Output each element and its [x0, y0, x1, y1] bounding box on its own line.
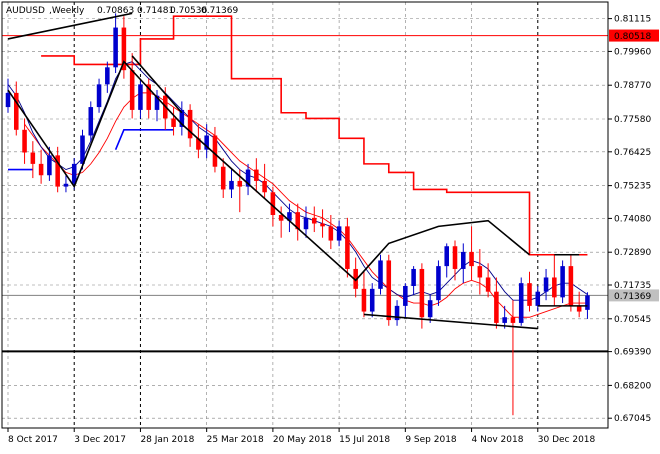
price-tick-label: 0.77580 — [614, 115, 651, 125]
time-tick-label: 4 Nov 2018 — [472, 435, 524, 445]
candle-body — [129, 70, 135, 110]
candle-body — [138, 84, 143, 110]
candle-body — [254, 169, 259, 181]
candle-body — [47, 155, 52, 176]
ohlc-open: 0.70863 — [97, 6, 134, 16]
candle-body — [527, 283, 532, 306]
time-tick-label: 25 Mar 2018 — [207, 435, 264, 445]
candle-body — [5, 92, 11, 108]
candle-body — [502, 317, 507, 323]
price-tick-label: 0.70545 — [614, 315, 651, 325]
price-tick-label: 0.67045 — [614, 414, 651, 424]
ohlc-close: 0.71369 — [201, 6, 238, 16]
timeframe-value: Weekly — [52, 6, 85, 16]
candle-body — [113, 27, 118, 68]
candle-body — [386, 260, 392, 321]
chart-title: AUDUSD ,Weekly 0.70863 0.71481 0.70536 0… — [6, 6, 238, 16]
candle-body — [229, 180, 234, 190]
candle-body — [328, 226, 334, 241]
price-tick-label: 0.68200 — [614, 381, 651, 391]
price-tick-label: 0.72890 — [614, 248, 651, 258]
candle-body — [485, 277, 491, 292]
time-tick-label: 30 Dec 2018 — [538, 435, 596, 445]
price-tick-label: 0.74080 — [614, 214, 651, 224]
candle-body — [436, 266, 441, 301]
candle-body — [419, 268, 425, 318]
price-tick-label: 0.79960 — [614, 47, 651, 57]
price-tick-label: 0.78770 — [614, 81, 651, 91]
level-price-label: 0.80518 — [614, 32, 651, 42]
candle-body — [320, 223, 325, 227]
time-tick-label: 3 Dec 2017 — [74, 435, 126, 445]
candle-body — [220, 166, 226, 190]
candle-body — [345, 226, 350, 269]
candle-body — [411, 268, 416, 286]
candle-body — [518, 283, 524, 323]
time-tick-label: 28 Jan 2018 — [140, 435, 194, 445]
price-tick-label: 0.81115 — [614, 15, 651, 25]
candle-body — [469, 251, 474, 267]
candle-body — [461, 251, 466, 269]
price-chart[interactable]: 0.81115 0.79960 0.78770 0.77580 0.76425 0.752… — [0, 0, 660, 450]
candle-body — [585, 295, 590, 310]
candle-body — [303, 217, 309, 230]
timeframe-label: ,Weekly — [49, 6, 85, 16]
candle-body — [96, 84, 102, 108]
candle-body — [576, 305, 582, 312]
candle-body — [378, 260, 383, 289]
candle-body — [543, 277, 549, 292]
candle-body — [444, 246, 449, 267]
symbol-label: AUDUSD — [6, 6, 45, 16]
candle-body — [237, 180, 243, 187]
candle-body — [427, 300, 433, 318]
chart-svg[interactable]: 0.81115 0.79960 0.78770 0.77580 0.76425 0.752… — [0, 0, 660, 450]
candle-body — [22, 129, 27, 153]
price-tick-label: 0.76425 — [614, 148, 651, 158]
candle-body — [63, 183, 69, 187]
candle-body — [568, 266, 574, 306]
candle-body — [369, 288, 375, 312]
price-tick-label: 0.75235 — [614, 182, 651, 192]
candle-body — [403, 286, 408, 306]
time-tick-label: 8 Oct 2017 — [8, 435, 58, 445]
time-tick-label: 15 Jul 2018 — [339, 435, 390, 445]
candle-body — [494, 291, 499, 323]
candle-body — [105, 67, 110, 85]
candle-body — [30, 152, 36, 164]
candle-body — [88, 107, 94, 136]
candle-body — [361, 288, 367, 312]
candle-body — [212, 135, 218, 167]
candle-body — [477, 266, 483, 278]
candle-body — [38, 163, 44, 176]
price-tick-label: 0.69390 — [614, 348, 651, 358]
candle-body — [452, 246, 458, 269]
candle-body — [171, 118, 176, 127]
candle-body — [552, 277, 557, 298]
candle-body — [535, 291, 541, 306]
candle-body — [336, 226, 342, 241]
candle-body — [312, 217, 317, 224]
time-tick-label: 20 May 2018 — [273, 435, 332, 445]
candle-body — [262, 180, 267, 193]
candle-body — [560, 266, 565, 298]
candle-body — [510, 317, 516, 323]
level-price-label: 0.71369 — [614, 292, 651, 302]
time-tick-label: 9 Sep 2018 — [405, 435, 457, 445]
ohlc-high: 0.71481 — [137, 6, 174, 16]
